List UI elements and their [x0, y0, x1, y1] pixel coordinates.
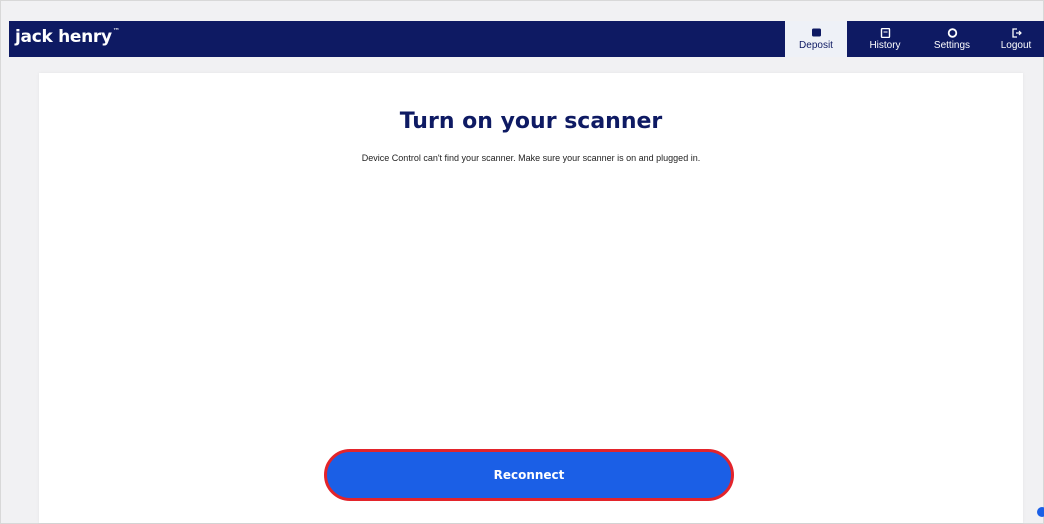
nav-deposit[interactable]: Deposit: [785, 21, 847, 57]
settings-icon: [947, 27, 957, 38]
top-navbar: jack henry™ Deposit History Settings Log…: [9, 21, 1044, 57]
page-title: Turn on your scanner: [399, 109, 663, 134]
nav-settings[interactable]: Settings: [921, 21, 983, 57]
nav-history-label: History: [869, 39, 901, 51]
nav-history[interactable]: History: [854, 21, 916, 57]
scanner-error-message: Device Control can't find your scanner. …: [361, 153, 701, 163]
history-icon: [880, 27, 890, 38]
logout-icon: [1011, 27, 1022, 38]
deposit-icon: [811, 28, 821, 36]
nav-logout-label: Logout: [1000, 39, 1032, 51]
jack-henry-logo: jack henry™: [15, 27, 120, 47]
nav-settings-label: Settings: [933, 39, 971, 51]
nav-logout[interactable]: Logout: [987, 21, 1044, 57]
nav-deposit-label: Deposit: [799, 39, 833, 51]
help-icon[interactable]: [1037, 507, 1044, 517]
reconnect-button[interactable]: Reconnect: [324, 449, 734, 501]
scanner-status-card: Turn on your scanner Device Control can'…: [39, 73, 1023, 523]
app-frame: jack henry™ Deposit History Settings Log…: [0, 0, 1044, 524]
